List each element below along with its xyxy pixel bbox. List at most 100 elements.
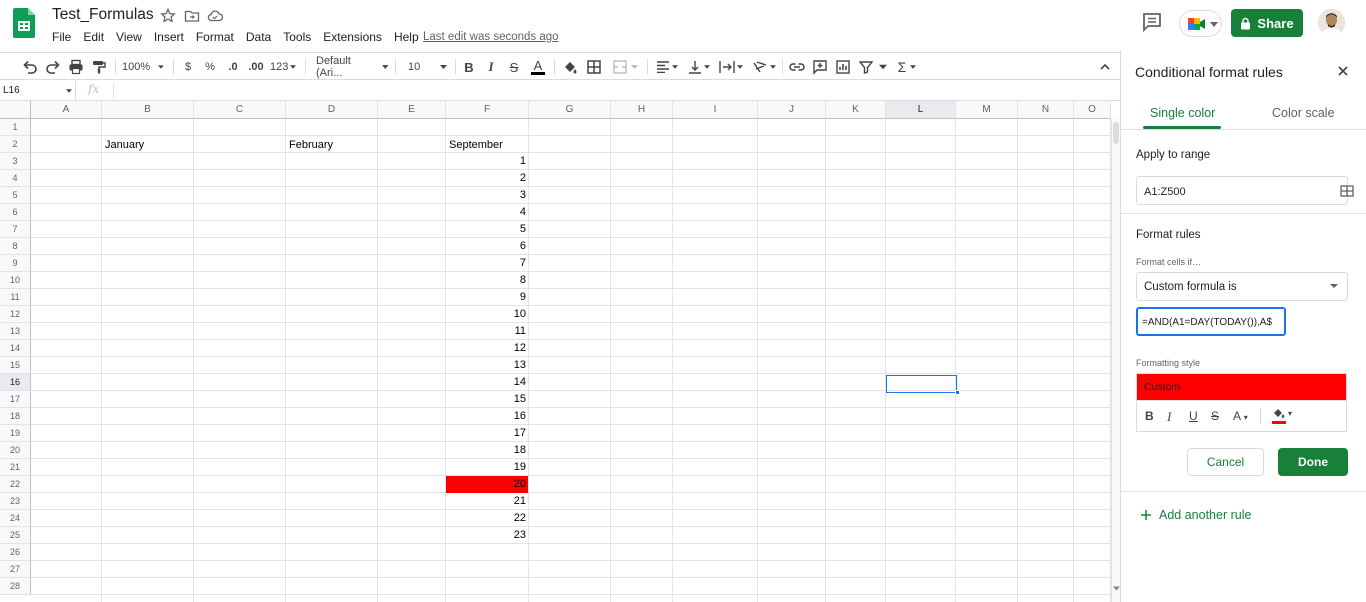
- range-input[interactable]: A1:Z500: [1136, 176, 1354, 205]
- paint-format-icon[interactable]: [91, 58, 107, 76]
- cell-f15[interactable]: 13: [446, 357, 528, 374]
- menu-file[interactable]: File: [46, 30, 77, 46]
- menu-data[interactable]: Data: [240, 30, 277, 46]
- column-header-d[interactable]: D: [286, 101, 378, 119]
- column-header-h[interactable]: H: [611, 101, 673, 119]
- cell-f5[interactable]: 3: [446, 187, 528, 204]
- custom-formula-input[interactable]: =AND(A1=DAY(TODAY()),A$: [1136, 307, 1286, 336]
- row-header-16[interactable]: 16: [0, 374, 31, 391]
- style-strikethrough-icon[interactable]: S: [1211, 409, 1219, 423]
- style-preview[interactable]: Custom: [1136, 373, 1347, 400]
- more-formats-button[interactable]: 123: [270, 58, 298, 76]
- cell-f6[interactable]: 4: [446, 204, 528, 221]
- row-header-23[interactable]: 23: [0, 493, 31, 510]
- document-title[interactable]: Test_Formulas: [52, 6, 154, 24]
- text-rotation-button[interactable]: [751, 58, 777, 76]
- cell-f11[interactable]: 9: [446, 289, 528, 306]
- select-all-corner[interactable]: [0, 101, 31, 119]
- insert-comment-icon[interactable]: [812, 58, 828, 76]
- horizontal-align-button[interactable]: [655, 58, 679, 76]
- row-header-25[interactable]: 25: [0, 527, 31, 544]
- fill-handle[interactable]: [955, 390, 960, 395]
- menu-help[interactable]: Help: [388, 30, 425, 46]
- share-button[interactable]: Share: [1231, 9, 1303, 37]
- column-header-j[interactable]: J: [758, 101, 826, 119]
- menu-view[interactable]: View: [110, 30, 148, 46]
- style-bold-icon[interactable]: B: [1145, 409, 1154, 423]
- star-icon[interactable]: [160, 8, 176, 24]
- font-family-select[interactable]: Default (Ari...: [316, 55, 388, 79]
- cell-f9[interactable]: 7: [446, 255, 528, 272]
- decrease-decimals-button[interactable]: .0: [224, 58, 242, 76]
- collapse-menu-icon[interactable]: [1099, 58, 1111, 76]
- formula-input[interactable]: [120, 81, 1110, 101]
- increase-decimals-button[interactable]: .00: [246, 58, 266, 76]
- cell-b2[interactable]: January: [105, 137, 144, 154]
- row-header-24[interactable]: 24: [0, 510, 31, 527]
- row-header-19[interactable]: 19: [0, 425, 31, 442]
- row-header-14[interactable]: 14: [0, 340, 31, 357]
- cancel-button[interactable]: Cancel: [1187, 448, 1264, 476]
- fill-color-icon[interactable]: [562, 58, 578, 76]
- text-wrapping-button[interactable]: [718, 58, 744, 76]
- close-icon[interactable]: [1335, 63, 1351, 79]
- percent-format-button[interactable]: %: [203, 58, 217, 76]
- cell-f8[interactable]: 6: [446, 238, 528, 255]
- move-folder-icon[interactable]: [184, 8, 200, 24]
- cell-d2[interactable]: February: [289, 137, 333, 154]
- row-header-4[interactable]: 4: [0, 170, 31, 187]
- row-header-1[interactable]: 1: [0, 119, 31, 136]
- font-size-select[interactable]: 10: [408, 58, 450, 76]
- bold-icon[interactable]: B: [463, 58, 475, 76]
- tab-single-color[interactable]: Single color: [1150, 106, 1215, 120]
- style-text-color-icon[interactable]: A ▾: [1233, 409, 1248, 423]
- row-header-12[interactable]: 12: [0, 306, 31, 323]
- borders-icon[interactable]: [586, 58, 602, 76]
- row-header-8[interactable]: 8: [0, 238, 31, 255]
- filter-icon[interactable]: [859, 58, 873, 76]
- cell-f3[interactable]: 1: [446, 153, 528, 170]
- select-range-icon[interactable]: [1340, 185, 1354, 197]
- cell-f13[interactable]: 11: [446, 323, 528, 340]
- vertical-scrollbar[interactable]: [1111, 119, 1120, 602]
- cell-f7[interactable]: 5: [446, 221, 528, 238]
- name-box[interactable]: L16: [0, 81, 76, 101]
- cell-f20[interactable]: 18: [446, 442, 528, 459]
- cell-f23[interactable]: 21: [446, 493, 528, 510]
- column-header-i[interactable]: I: [673, 101, 758, 119]
- row-header-27[interactable]: 27: [0, 561, 31, 578]
- scrollbar-thumb[interactable]: [1113, 122, 1119, 144]
- row-header-18[interactable]: 18: [0, 408, 31, 425]
- row-header-20[interactable]: 20: [0, 442, 31, 459]
- column-header-l[interactable]: L: [886, 101, 956, 119]
- row-header-15[interactable]: 15: [0, 357, 31, 374]
- column-header-b[interactable]: B: [102, 101, 194, 119]
- comment-history-icon[interactable]: [1141, 11, 1163, 33]
- row-header-10[interactable]: 10: [0, 272, 31, 289]
- style-underline-icon[interactable]: U: [1189, 409, 1198, 423]
- column-header-e[interactable]: E: [378, 101, 446, 119]
- column-header-g[interactable]: G: [529, 101, 611, 119]
- style-italic-icon[interactable]: I: [1167, 409, 1171, 425]
- column-header-f[interactable]: F: [446, 101, 529, 119]
- cell-f4[interactable]: 2: [446, 170, 528, 187]
- row-header-6[interactable]: 6: [0, 204, 31, 221]
- zoom-select[interactable]: 100%: [122, 58, 164, 76]
- insert-link-icon[interactable]: [789, 58, 805, 76]
- cell-f21[interactable]: 19: [446, 459, 528, 476]
- cell-f10[interactable]: 8: [446, 272, 528, 289]
- functions-button[interactable]: Σ: [895, 58, 919, 76]
- avatar[interactable]: [1318, 9, 1345, 36]
- sheets-logo-icon[interactable]: [13, 8, 35, 38]
- add-another-rule-button[interactable]: Add another rule: [1141, 508, 1251, 522]
- menu-format[interactable]: Format: [190, 30, 240, 46]
- vertical-align-button[interactable]: [687, 58, 711, 76]
- menu-insert[interactable]: Insert: [148, 30, 190, 46]
- row-header-5[interactable]: 5: [0, 187, 31, 204]
- print-icon[interactable]: [68, 58, 84, 76]
- row-header-13[interactable]: 13: [0, 323, 31, 340]
- row-header-22[interactable]: 22: [0, 476, 31, 493]
- spreadsheet-grid[interactable]: ABCDEFGHIJKLMNO 1 2 3 4 5 6 7 8 9 10 11 12 13 14 15 16 1…: [0, 101, 1120, 602]
- cell-f18[interactable]: 16: [446, 408, 528, 425]
- merge-cells-button[interactable]: [611, 58, 639, 76]
